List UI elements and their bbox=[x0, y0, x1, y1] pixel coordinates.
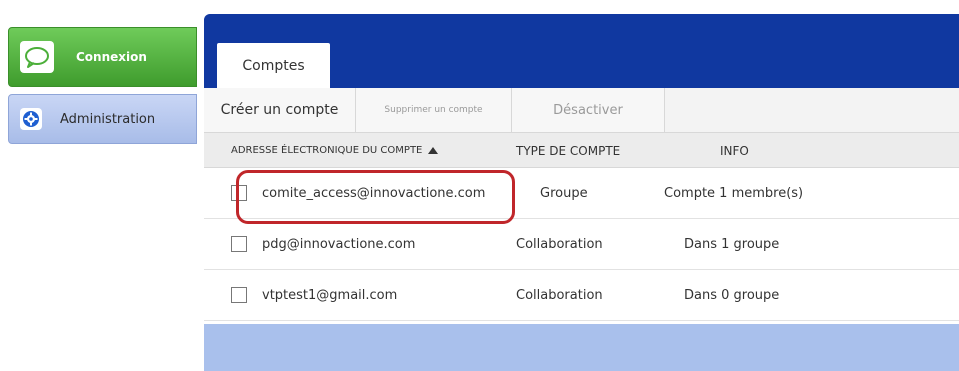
gear-icon bbox=[20, 108, 42, 130]
table-row[interactable]: pdg@innovactione.com Collaboration Dans … bbox=[204, 219, 959, 270]
tab-comptes[interactable]: Comptes bbox=[217, 43, 330, 89]
app-window: Connexion Administration Comptes Créer u… bbox=[0, 0, 959, 371]
account-email: pdg@innovactione.com bbox=[262, 237, 416, 252]
sort-ascending-icon bbox=[428, 147, 439, 154]
create-account-button[interactable]: Créer un compte bbox=[204, 88, 356, 132]
column-header-info[interactable]: Info bbox=[720, 133, 749, 168]
account-info: Dans 1 groupe bbox=[684, 237, 780, 252]
table-row[interactable]: comite_access@innovactione.com Groupe Co… bbox=[204, 168, 959, 219]
account-email: comite_access@innovactione.com bbox=[262, 186, 486, 201]
delete-account-button[interactable]: Supprimer un compte bbox=[356, 88, 512, 132]
accounts-content: Créer un compte Supprimer un compte Désa… bbox=[204, 88, 959, 324]
table-header: Adresse électronique du compte Type de c… bbox=[204, 133, 959, 168]
tab-label: Comptes bbox=[242, 58, 305, 74]
sidebar-item-connexion[interactable]: Connexion bbox=[8, 27, 197, 87]
table-row[interactable]: vtptest1@gmail.com Collaboration Dans 0 … bbox=[204, 270, 959, 321]
column-header-email[interactable]: Adresse électronique du compte bbox=[231, 133, 439, 168]
toolbar: Créer un compte Supprimer un compte Désa… bbox=[204, 88, 959, 133]
row-checkbox[interactable] bbox=[231, 287, 247, 303]
account-info: Compte 1 membre(s) bbox=[664, 186, 804, 201]
column-header-label: Info bbox=[720, 143, 749, 158]
account-type: Collaboration bbox=[516, 288, 603, 303]
panel-header: Comptes bbox=[204, 14, 959, 89]
sidebar-item-label: Connexion bbox=[76, 50, 147, 64]
row-checkbox[interactable] bbox=[231, 185, 247, 201]
account-type: Collaboration bbox=[516, 237, 603, 252]
column-header-label: Adresse électronique du compte bbox=[231, 145, 423, 156]
account-info: Dans 0 groupe bbox=[684, 288, 780, 303]
disable-account-button[interactable]: Désactiver bbox=[512, 88, 665, 132]
accounts-panel: Comptes Créer un compte Supprimer un com… bbox=[204, 14, 959, 371]
sidebar-item-label: Administration bbox=[60, 111, 156, 127]
account-email: vtptest1@gmail.com bbox=[262, 288, 398, 303]
column-header-type[interactable]: Type de compte bbox=[516, 133, 620, 168]
row-checkbox[interactable] bbox=[231, 236, 247, 252]
column-header-label: Type de compte bbox=[516, 143, 621, 158]
speech-bubble-icon bbox=[20, 41, 54, 73]
account-type: Groupe bbox=[540, 186, 588, 201]
sidebar-item-administration[interactable]: Administration bbox=[8, 94, 197, 144]
